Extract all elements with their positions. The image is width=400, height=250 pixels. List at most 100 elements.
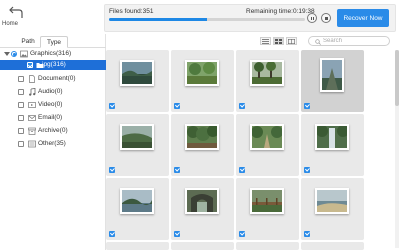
lake-trees-photo-thumbnail[interactable]	[120, 188, 154, 214]
hillside-photo	[122, 126, 152, 148]
home-button[interactable]: Home	[0, 0, 32, 34]
thumbnail-checkbox[interactable]	[239, 103, 245, 109]
thumbnail-card[interactable]	[106, 114, 169, 176]
trees-photo-thumbnail[interactable]	[250, 60, 284, 86]
grid-scrollbar[interactable]	[395, 50, 399, 248]
document-icon	[29, 75, 35, 83]
document-checkbox[interactable]	[18, 76, 24, 82]
thumbnail-card[interactable]	[171, 114, 234, 176]
grid-view-icon	[288, 38, 295, 44]
thumbnail-checkbox[interactable]	[174, 167, 180, 173]
archive-checkbox[interactable]	[18, 128, 24, 134]
expand-caret-icon[interactable]	[4, 52, 10, 56]
top-bar: Home Files found:351 Remaining time:0:19…	[0, 0, 400, 34]
tab-type[interactable]: Type	[40, 36, 68, 48]
scrollbar-thumb[interactable]	[395, 50, 399, 106]
tree-item-label: Audio(0)	[38, 88, 63, 95]
portrait-photo-thumbnail[interactable]	[320, 58, 344, 92]
scan-progress-panel: Files found:351 Remaining time:0:19:38 R…	[104, 4, 396, 32]
thumbnail-card[interactable]	[106, 178, 169, 240]
tree-item-label: Other(35)	[38, 140, 66, 147]
rock-arch-photo-thumbnail[interactable]	[185, 188, 219, 214]
tree-item-video[interactable]: Video(0)	[0, 100, 106, 110]
waterfall-photo	[316, 125, 349, 148]
remaining-time-text: Remaining time:0:19:38	[246, 8, 315, 15]
thumbnail-card[interactable]	[171, 50, 234, 112]
thumbnail-card[interactable]	[106, 50, 169, 112]
tree-item-jpg[interactable]: jpg(316)	[0, 60, 106, 70]
graphics-checkbox[interactable]	[11, 51, 17, 57]
thumbnail-card[interactable]	[236, 242, 299, 250]
tab-path[interactable]: Path	[16, 36, 40, 48]
tree-item-graphics[interactable]: Graphics(316)	[0, 49, 106, 59]
music-note-icon	[29, 88, 36, 96]
other-file-icon	[28, 140, 36, 148]
waterfall-photo-thumbnail[interactable]	[315, 124, 349, 150]
back-arrow-icon	[9, 6, 23, 18]
pause-button[interactable]	[307, 13, 317, 23]
thumbnail-card[interactable]	[236, 114, 299, 176]
tree-item-audio[interactable]: Audio(0)	[0, 87, 106, 97]
thumbnail-checkbox[interactable]	[304, 231, 310, 237]
thumbnail-card[interactable]	[301, 114, 364, 176]
home-label: Home	[2, 21, 19, 27]
tree-item-email[interactable]: Email(0)	[0, 113, 106, 123]
rock-arch-photo	[187, 190, 217, 212]
audio-checkbox[interactable]	[18, 89, 24, 95]
email-checkbox[interactable]	[18, 115, 24, 121]
lake-trees-photo	[122, 190, 152, 212]
file-preview-pane	[106, 34, 400, 250]
thumbnail-checkbox[interactable]	[239, 167, 245, 173]
tree-item-other[interactable]: Other(35)	[0, 139, 106, 149]
tree-item-label: jpg(316)	[42, 61, 66, 68]
tree-item-archive[interactable]: Archive(0)	[0, 126, 106, 136]
tree-item-document[interactable]: Document(0)	[0, 74, 106, 84]
thumbnail-card[interactable]	[236, 178, 299, 240]
portrait-photo	[322, 60, 342, 90]
jpg-checkbox[interactable]	[27, 62, 33, 68]
thumbnail-checkbox[interactable]	[304, 103, 310, 109]
scan-progress-fill	[109, 18, 207, 21]
thumbnail-checkbox[interactable]	[239, 231, 245, 237]
tree-item-label: Email(0)	[38, 114, 63, 121]
thumbnail-card-selected[interactable]	[301, 50, 364, 112]
trees-photo	[252, 61, 282, 84]
lake-photo-thumbnail[interactable]	[120, 60, 154, 86]
forest-trail-photo	[251, 126, 283, 148]
forest-path-photo-thumbnail[interactable]	[185, 60, 219, 86]
category-sidebar: Path Type Graphics(316) jpg(316) Documen…	[0, 34, 106, 250]
thumbnail-checkbox[interactable]	[174, 231, 180, 237]
thumbnail-card[interactable]	[301, 178, 364, 240]
hillside-photo-thumbnail[interactable]	[120, 124, 154, 150]
thumbnail-card[interactable]	[171, 242, 234, 250]
search-input[interactable]	[323, 37, 387, 45]
search-box[interactable]	[308, 36, 390, 46]
recover-now-button[interactable]: Recover Now	[337, 9, 389, 27]
tree-item-label: Graphics(316)	[30, 50, 72, 57]
thumbnail-checkbox[interactable]	[109, 231, 115, 237]
search-icon	[315, 38, 321, 45]
stop-button[interactable]	[321, 13, 331, 23]
thumbnail-checkbox[interactable]	[109, 167, 115, 173]
thumbnail-card[interactable]	[106, 242, 169, 250]
grid-view-button[interactable]	[286, 37, 297, 45]
scan-progress-bar	[109, 18, 305, 21]
thumbnail-checkbox[interactable]	[304, 167, 310, 173]
thumbnail-card[interactable]	[301, 242, 364, 250]
thumbnail-view-button[interactable]	[273, 37, 284, 45]
thumbnail-card[interactable]	[171, 178, 234, 240]
wooden-bridge-photo-thumbnail[interactable]	[250, 188, 284, 214]
thumbnail-card[interactable]	[236, 50, 299, 112]
video-checkbox[interactable]	[18, 102, 24, 108]
forest-photo-thumbnail[interactable]	[185, 124, 219, 150]
tree-item-label: Video(0)	[38, 101, 63, 108]
forest-trail-photo-thumbnail[interactable]	[250, 124, 284, 150]
shore-photo-thumbnail[interactable]	[315, 188, 349, 214]
forest-path-photo	[187, 62, 217, 84]
other-checkbox[interactable]	[18, 141, 24, 147]
list-view-button[interactable]	[260, 37, 271, 45]
thumbnail-checkbox[interactable]	[109, 103, 115, 109]
thumbnail-checkbox[interactable]	[174, 103, 180, 109]
shore-photo	[317, 190, 347, 212]
files-found-text: Files found:351	[109, 8, 154, 15]
